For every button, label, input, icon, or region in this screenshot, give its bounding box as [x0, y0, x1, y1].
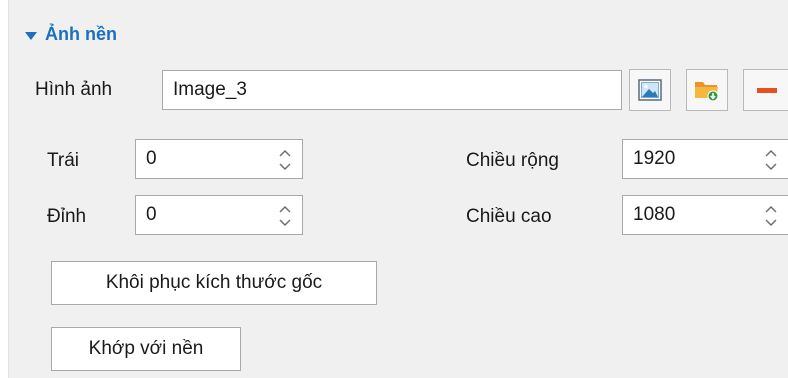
fit-to-background-button[interactable]: Khớp với nền [51, 327, 241, 371]
top-spin-arrows-icon[interactable] [278, 203, 292, 229]
top-value[interactable]: 0 [146, 196, 157, 234]
width-label: Chiều rộng [466, 150, 559, 171]
background-image-panel: Ảnh nền Hình ảnh Image_3 Trái 0 Đỉnh 0 C… [8, 0, 788, 378]
collapse-caret-icon[interactable] [25, 31, 37, 40]
left-spin-arrows-icon[interactable] [278, 147, 292, 173]
left-value[interactable]: 0 [146, 140, 157, 178]
height-label: Chiều cao [466, 206, 552, 227]
left-label: Trái [47, 150, 80, 171]
section-title: Ảnh nền [45, 24, 117, 44]
image-preview-icon [638, 79, 662, 101]
folder-open-icon [695, 82, 719, 102]
image-name-field[interactable]: Image_3 [162, 70, 622, 110]
left-spinbox[interactable]: 0 [135, 139, 303, 179]
remove-icon [756, 88, 777, 93]
height-spin-arrows-icon[interactable] [764, 203, 778, 229]
width-spin-arrows-icon[interactable] [764, 147, 778, 173]
width-value[interactable]: 1920 [633, 140, 675, 178]
top-spinbox[interactable]: 0 [135, 195, 303, 235]
height-spinbox[interactable]: 1080 [622, 195, 788, 235]
restore-original-size-button[interactable]: Khôi phục kích thước gốc [51, 261, 377, 305]
section-header-background[interactable]: Ảnh nền [25, 24, 117, 45]
width-spinbox[interactable]: 1920 [622, 139, 788, 179]
open-image-button[interactable] [686, 69, 728, 111]
remove-image-button[interactable] [743, 69, 788, 111]
image-preview-button[interactable] [629, 69, 671, 111]
image-label: Hình ảnh [35, 79, 113, 100]
top-label: Đỉnh [47, 206, 87, 227]
height-value[interactable]: 1080 [633, 196, 675, 234]
